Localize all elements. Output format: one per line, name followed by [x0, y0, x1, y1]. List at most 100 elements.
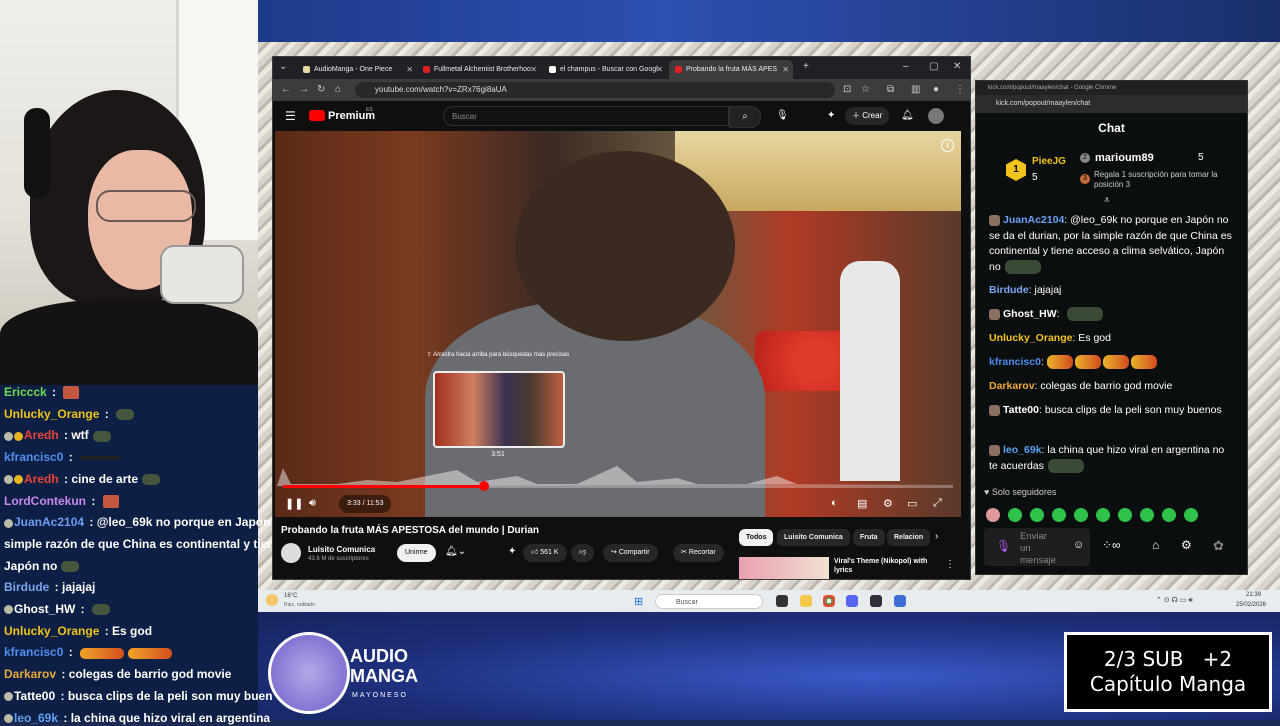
- send-icon[interactable]: ✿: [1213, 538, 1224, 554]
- sidebar-icon[interactable]: ▥: [911, 82, 920, 98]
- chat-username[interactable]: leo_69k: [1003, 444, 1042, 456]
- emote-icon[interactable]: [1184, 508, 1198, 522]
- miniplayer-icon[interactable]: ▭: [907, 497, 917, 510]
- chrome-icon[interactable]: [823, 595, 835, 607]
- info-icon[interactable]: i: [941, 139, 954, 152]
- emote-icon[interactable]: [1118, 508, 1132, 522]
- fullscreen-icon[interactable]: ⤢: [933, 497, 942, 510]
- chip-fruit[interactable]: Fruta: [853, 529, 885, 546]
- search-input[interactable]: Buscar: [443, 106, 729, 126]
- channel-avatar[interactable]: [281, 543, 301, 563]
- avatar[interactable]: [928, 108, 944, 124]
- tab-google[interactable]: el champus - Buscar con Googl ✕: [543, 60, 667, 79]
- recommended-thumbnail[interactable]: [739, 557, 829, 579]
- extension-shield-icon[interactable]: ✦: [508, 546, 516, 557]
- reload-icon[interactable]: ↻: [317, 82, 325, 98]
- share-button[interactable]: ↪ Compartir: [603, 544, 658, 562]
- extension-icon[interactable]: ✦: [827, 108, 835, 124]
- emote-icon[interactable]: [986, 508, 1000, 522]
- chat-username[interactable]: JuanAc2104: [1003, 214, 1064, 226]
- maximize-window-icon[interactable]: ▢: [929, 59, 938, 75]
- search-icon[interactable]: ⌕: [729, 106, 761, 128]
- chat-username[interactable]: Birdude: [989, 284, 1029, 296]
- emoji-icon[interactable]: ☺: [1073, 539, 1084, 551]
- emote-icon[interactable]: [1074, 508, 1088, 522]
- close-tab-icon[interactable]: ✕: [782, 60, 789, 79]
- recommended-title[interactable]: Viral's Theme (Nikopol) with lyrics: [834, 557, 934, 575]
- create-button[interactable]: ＋ Crear: [845, 107, 890, 125]
- close-window-icon[interactable]: ✕: [953, 59, 961, 75]
- menu-icon[interactable]: ⋮: [955, 82, 965, 98]
- chat-username[interactable]: Darkarov: [989, 380, 1035, 392]
- dislike-button[interactable]: 👎︎: [571, 544, 595, 562]
- profile-icon[interactable]: ●: [933, 82, 939, 98]
- volume-icon[interactable]: 🔊︎: [309, 497, 316, 510]
- close-tab-icon[interactable]: ✕: [656, 60, 663, 79]
- app-icon[interactable]: [894, 595, 906, 607]
- new-tab-button[interactable]: +: [803, 59, 809, 75]
- voice-search-icon[interactable]: 🎙︎: [776, 108, 789, 124]
- notifications-bell-icon[interactable]: 🔔︎: [901, 108, 914, 124]
- chat-username[interactable]: kfrancisc0: [989, 356, 1041, 368]
- store-icon[interactable]: ⌂: [1152, 538, 1159, 552]
- chevron-down-icon[interactable]: ⩡: [1104, 195, 1110, 206]
- system-tray-icons[interactable]: ⌃ ⊙ ☊ ▭ 🔊︎: [1156, 596, 1193, 605]
- video-player[interactable]: i ⇧ Arrastra hacia arriba para búsquedas…: [275, 131, 961, 517]
- back-icon[interactable]: ←: [281, 82, 291, 98]
- chevron-right-icon[interactable]: ›: [935, 531, 938, 542]
- close-tab-icon[interactable]: ✕: [530, 60, 537, 79]
- emote-icon[interactable]: [1008, 508, 1022, 522]
- obs-icon[interactable]: [870, 595, 882, 607]
- youtube-logo-icon[interactable]: [309, 110, 325, 121]
- discord-icon[interactable]: [846, 595, 858, 607]
- menu-hamburger-icon[interactable]: ☰: [285, 108, 296, 124]
- emote-icon[interactable]: [1162, 508, 1176, 522]
- chat-username[interactable]: Unlucky_Orange: [989, 332, 1072, 344]
- taskbar-search[interactable]: Buscar: [655, 594, 763, 609]
- emote-icon[interactable]: [1140, 508, 1154, 522]
- install-icon[interactable]: ⊡: [843, 82, 851, 98]
- followers-only-label: ♥ Solo seguidores: [984, 487, 1057, 497]
- kick-address-bar[interactable]: kick.com/popout/maaylen/chat: [976, 95, 1247, 113]
- subtitles-icon[interactable]: ▤: [857, 497, 867, 510]
- tab-fullmetal[interactable]: Fullmetal Alchemist Brotherhoo ✕: [417, 60, 541, 79]
- windows-start-icon[interactable]: ⊞: [634, 595, 643, 608]
- forward-icon[interactable]: →: [299, 82, 309, 98]
- settings-gear-icon[interactable]: ⚙: [883, 497, 893, 510]
- chip-all[interactable]: Todos: [739, 529, 774, 546]
- chip-channel[interactable]: Luisito Comunica: [777, 529, 850, 546]
- leader-1-name[interactable]: PieeJG: [1032, 156, 1066, 167]
- tab-youtube-active[interactable]: Probando la fruta MÁS APES ✕: [669, 60, 793, 79]
- like-button[interactable]: 👍︎ 561 K: [523, 544, 567, 562]
- emote-icon[interactable]: [1096, 508, 1110, 522]
- bookmark-star-icon[interactable]: ☆: [861, 82, 870, 98]
- emote-icon[interactable]: [1052, 508, 1066, 522]
- weather-icon[interactable]: [266, 594, 278, 606]
- leader-2-name[interactable]: marioum89: [1095, 152, 1154, 164]
- home-icon[interactable]: ⌂: [335, 82, 341, 98]
- task-view-icon[interactable]: [776, 595, 788, 607]
- address-bar[interactable]: youtube.com/watch?v=ZRx76gi8aUA: [355, 82, 835, 98]
- tab-audiomanga[interactable]: AudioManga - One Piece ✕: [297, 60, 417, 79]
- chat-username[interactable]: Tatte00: [1003, 404, 1039, 416]
- emote-icon[interactable]: [1030, 508, 1044, 522]
- file-explorer-icon[interactable]: [800, 595, 812, 607]
- settings-gear-icon[interactable]: ⚙: [1181, 538, 1192, 552]
- autoplay-toggle-icon[interactable]: ◐: [831, 497, 838, 509]
- chip-related[interactable]: Relacion: [887, 529, 931, 546]
- progress-scrubber[interactable]: [479, 481, 489, 491]
- microphone-icon[interactable]: 🎙︎: [996, 539, 1011, 553]
- notification-bell-icon[interactable]: 🔔︎⌄: [445, 546, 466, 557]
- clip-button[interactable]: ✂ Recortar: [673, 544, 724, 562]
- join-button[interactable]: Unirme: [397, 544, 436, 562]
- close-tab-icon[interactable]: ✕: [406, 60, 413, 79]
- minimize-window-icon[interactable]: –: [903, 59, 909, 75]
- more-options-icon[interactable]: ⋮: [945, 559, 955, 570]
- chat-username[interactable]: Ghost_HW: [1003, 308, 1057, 320]
- pause-icon[interactable]: ❚❚: [285, 497, 303, 510]
- tab-search-icon[interactable]: ⌄: [279, 59, 287, 75]
- extensions-icon[interactable]: ⧉: [887, 82, 894, 98]
- chat-input[interactable]: 🎙︎ Enviar un mensaje ☺: [984, 528, 1090, 566]
- special-emotes-icon[interactable]: ⁘∞: [1102, 538, 1121, 552]
- channel-name[interactable]: Luisito Comunica: [308, 545, 375, 554]
